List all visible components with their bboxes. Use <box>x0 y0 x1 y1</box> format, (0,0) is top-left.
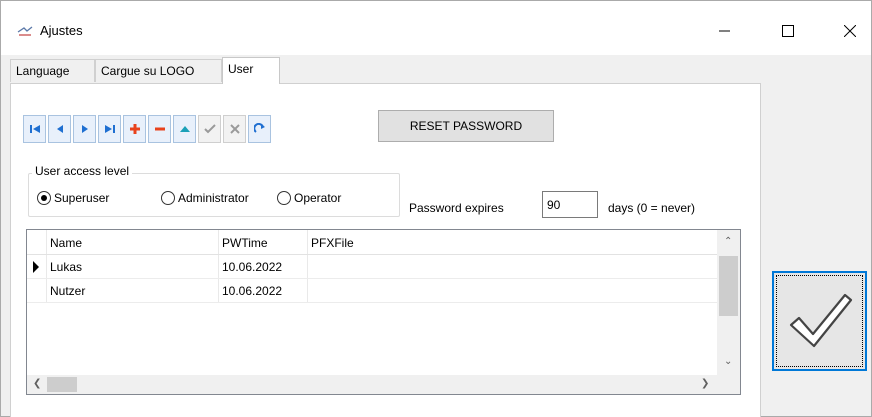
edit-triangle-icon <box>179 126 190 132</box>
refresh-icon <box>253 123 265 133</box>
cell-pfxfile[interactable] <box>307 279 717 302</box>
prior-record-icon <box>56 125 63 133</box>
next-record-button[interactable] <box>73 115 96 143</box>
row-indicator <box>27 255 46 278</box>
next-record-icon <box>81 125 88 133</box>
tab-logo[interactable]: Cargue su LOGO <box>95 59 222 82</box>
current-row-arrow-icon <box>33 261 39 273</box>
first-record-button[interactable] <box>23 115 46 143</box>
horizontal-scrollbar[interactable]: ❮ ❯ <box>27 375 740 394</box>
access-level-title: User access level <box>32 164 133 178</box>
column-header-pfxfile[interactable]: PFXFile <box>307 230 717 254</box>
password-expires-suffix: days (0 = never) <box>608 201 696 215</box>
maximize-icon <box>782 25 794 37</box>
title-bar[interactable]: Ajustes <box>1 1 871 55</box>
password-expires-label: Password expires <box>409 201 504 215</box>
last-record-icon <box>104 125 115 133</box>
reset-password-button[interactable]: RESET PASSWORD <box>378 110 554 142</box>
row-indicator <box>27 279 46 302</box>
radio-superuser-label: Superuser <box>54 191 110 205</box>
scroll-right-icon[interactable]: ❯ <box>701 378 709 389</box>
ok-button[interactable] <box>772 271 867 371</box>
cell-name[interactable]: Nutzer <box>46 279 218 302</box>
horizontal-scroll-thumb[interactable] <box>47 377 77 392</box>
scroll-up-icon[interactable]: ⌃ <box>724 236 732 247</box>
cell-name[interactable]: Lukas <box>46 255 218 278</box>
scroll-left-icon[interactable]: ❮ <box>33 378 41 389</box>
cell-pwtime[interactable]: 10.06.2022 <box>218 255 307 278</box>
cell-pwtime[interactable]: 10.06.2022 <box>218 279 307 302</box>
cancel-edit-button[interactable] <box>223 115 246 143</box>
tab-user[interactable]: User <box>222 57 280 84</box>
post-edit-button[interactable] <box>198 115 221 143</box>
minimize-icon <box>719 30 730 32</box>
vertical-scroll-thumb[interactable] <box>719 256 738 316</box>
column-header-name[interactable]: Name <box>46 230 218 254</box>
indicator-header <box>27 230 46 254</box>
radio-administrator[interactable]: Administrator <box>161 191 249 205</box>
db-navigator <box>23 115 273 143</box>
radio-administrator-label: Administrator <box>178 191 249 205</box>
minimize-button[interactable] <box>702 11 748 51</box>
window-title: Ajustes <box>40 23 83 38</box>
close-icon <box>844 25 856 37</box>
vertical-scrollbar[interactable]: ⌃ ⌄ <box>717 230 740 375</box>
app-icon <box>17 26 33 36</box>
close-button[interactable] <box>827 11 872 51</box>
check-icon <box>203 124 216 134</box>
edit-record-button[interactable] <box>173 115 196 143</box>
column-header-pwtime[interactable]: PWTime <box>218 230 307 254</box>
table-row[interactable]: Lukas 10.06.2022 <box>27 255 717 279</box>
last-record-button[interactable] <box>98 115 121 143</box>
minus-icon <box>154 127 165 131</box>
radio-operator[interactable]: Operator <box>277 191 341 205</box>
radio-administrator-dot[interactable] <box>161 191 175 205</box>
scroll-down-icon[interactable]: ⌄ <box>724 356 732 367</box>
refresh-data-button[interactable] <box>248 115 271 143</box>
users-grid[interactable]: Name PWTime PFXFile Lukas 10.06.2022 Nut… <box>26 229 741 395</box>
insert-record-button[interactable] <box>123 115 146 143</box>
radio-operator-label: Operator <box>294 191 342 205</box>
cell-pfxfile[interactable] <box>307 255 717 278</box>
radio-superuser[interactable]: Superuser <box>37 191 109 205</box>
prior-record-button[interactable] <box>48 115 71 143</box>
radio-superuser-dot[interactable] <box>37 191 51 205</box>
delete-record-button[interactable] <box>148 115 171 143</box>
cancel-icon <box>229 124 240 134</box>
settings-window: Ajustes Language Cargue su LOGO User RES… <box>0 0 872 417</box>
maximize-button[interactable] <box>765 11 811 51</box>
plus-icon <box>129 124 140 134</box>
password-expires-input[interactable] <box>542 191 598 218</box>
tab-language[interactable]: Language <box>10 59 95 82</box>
first-record-icon <box>29 125 40 133</box>
checkmark-icon <box>789 293 852 348</box>
table-row[interactable]: Nutzer 10.06.2022 <box>27 279 717 303</box>
grid-header: Name PWTime PFXFile <box>27 230 717 255</box>
radio-operator-dot[interactable] <box>277 191 291 205</box>
